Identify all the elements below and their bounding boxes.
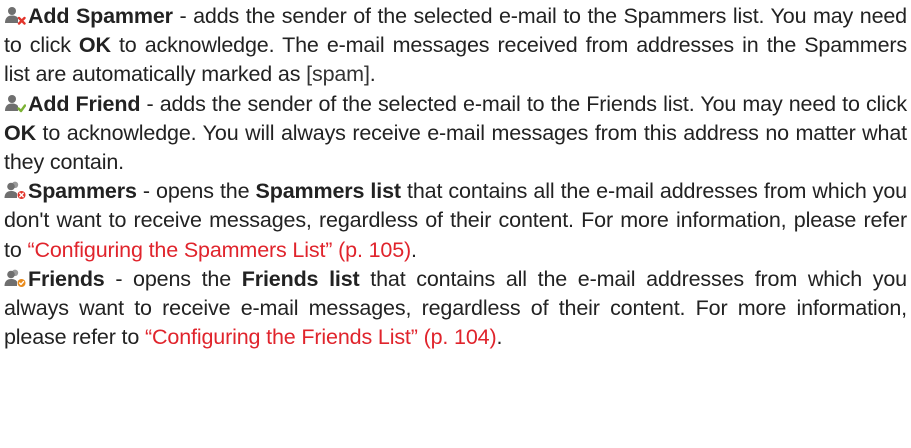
add-spammer-icon — [4, 5, 26, 25]
friends-entry: Friends - opens the Friends list that co… — [4, 265, 907, 353]
spammers-entry: Spammers - opens the Spammers list that … — [4, 177, 907, 265]
friends-list-name: Friends list — [241, 266, 360, 291]
add-friend-desc-1: - adds the sender of the selected e-mail… — [140, 91, 908, 116]
add-spammer-desc-2: to acknowledge. The e-mail messages rece… — [4, 33, 907, 87]
configuring-spammers-link[interactable]: “Configuring the Spammers List” (p. 105) — [27, 238, 411, 262]
spammers-list-icon — [4, 180, 26, 200]
friends-title: Friends — [28, 266, 105, 291]
add-friend-title: Add Friend — [28, 91, 141, 116]
add-friend-icon — [4, 93, 26, 113]
spam-tag: [spam] — [306, 62, 370, 87]
spammers-desc-1: - opens the — [136, 179, 256, 204]
configuring-friends-link[interactable]: “Configuring the Friends List” (p. 104) — [145, 325, 497, 349]
spammers-end: . — [411, 237, 417, 262]
help-document: Add Spammer - adds the sender of the sel… — [0, 0, 911, 448]
ok-label: OK — [4, 120, 36, 145]
friends-list-icon — [4, 268, 26, 288]
spammers-list-name: Spammers list — [255, 179, 401, 204]
friends-desc-1: - opens the — [104, 266, 242, 291]
add-friend-entry: Add Friend - adds the sender of the sele… — [4, 90, 907, 178]
add-friend-desc-2: to acknowledge. You will always receive … — [4, 120, 907, 175]
add-spammer-entry: Add Spammer - adds the sender of the sel… — [4, 2, 907, 90]
add-spammer-end: . — [369, 62, 376, 87]
ok-label: OK — [78, 33, 111, 58]
spammers-title: Spammers — [28, 179, 137, 204]
friends-end: . — [496, 325, 503, 350]
add-spammer-title: Add Spammer — [28, 4, 173, 28]
